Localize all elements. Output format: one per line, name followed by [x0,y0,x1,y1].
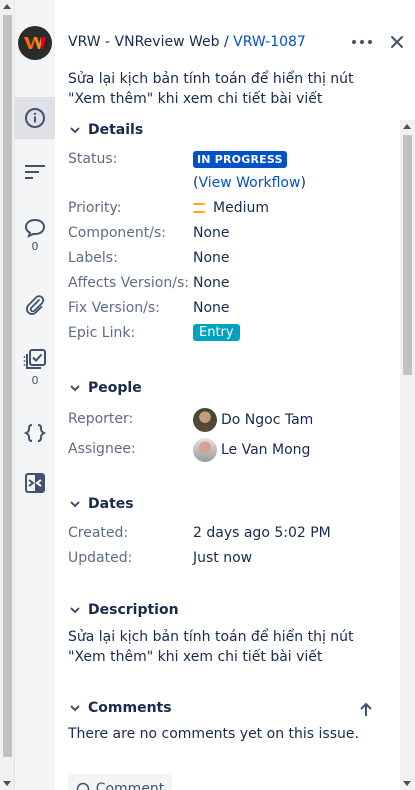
epic-lozenge[interactable]: Entry [193,324,240,341]
comment-button-label: Comment [95,781,165,790]
priority-field[interactable]: Medium [193,200,269,216]
workflow-paren-close: ) [300,175,306,191]
project-logo-icon [24,37,46,49]
status-field[interactable]: IN PROGRESS [193,151,287,168]
reporter-label: Reporter: [68,411,134,427]
description-text[interactable]: Sửa lại kịch bản tính toán để hiển thị n… [68,627,358,667]
description-heading: Description [88,602,179,618]
breadcrumb-separator: / [219,34,234,50]
priority-medium-icon [193,203,205,213]
close-icon[interactable] [389,34,405,50]
component-label: Component/s: [68,225,167,241]
created-label: Created: [68,525,129,541]
project-name[interactable]: VRW - VNReview Web [68,34,220,50]
labels-label: Labels: [68,250,118,266]
content-scroll-thumb[interactable] [403,135,412,375]
dates-heading: Dates [88,496,134,512]
content-scrollbar[interactable] [400,120,415,790]
more-icon [352,40,356,44]
scroll-down-arrow-icon[interactable] [3,781,11,786]
issue-breadcrumb: VRW - VNReview Web / VRW-1087 [68,34,306,50]
content-scroll-up-icon[interactable] [403,124,411,129]
priority-value: Medium [213,200,269,216]
chevron-down-icon [70,385,80,392]
chevron-down-icon [70,127,80,134]
attachment-icon [25,295,45,315]
chevron-down-icon [70,501,80,508]
updated-label: Updated: [68,550,133,566]
scroll-up-arrow-icon[interactable] [3,4,11,9]
comment-icon [24,218,46,238]
epic-link-field[interactable]: Entry [193,324,240,341]
rail-checklist-button[interactable]: 0 [15,348,55,387]
comments-count: 0 [31,240,39,253]
reporter-field[interactable]: Do Ngoc Tam [193,408,313,432]
checklist-count: 0 [31,374,39,387]
assignee-field[interactable]: Le Van Mong [193,438,310,462]
activity-icon [25,165,45,179]
comment-button[interactable]: Comment [68,774,172,790]
rail-details-button[interactable] [15,97,55,139]
scroll-thumb[interactable] [3,15,12,757]
issue-key-link[interactable]: VRW-1087 [233,34,306,50]
priority-label: Priority: [68,200,122,216]
people-section-toggle[interactable]: People [68,380,142,396]
outer-scrollbar[interactable] [0,0,15,790]
rail-attachments-button[interactable] [15,294,55,316]
assignee-avatar [193,438,217,462]
rail-activity-button[interactable] [15,163,55,181]
component-value[interactable]: None [193,225,230,241]
no-comments-text: There are no comments yet on this issue. [68,726,359,742]
rail-comments-button[interactable]: 0 [15,218,55,253]
description-section-toggle[interactable]: Description [68,602,179,618]
people-heading: People [88,380,142,396]
issue-summary[interactable]: Sửa lại kịch bản tính toán để hiển thị n… [68,69,368,109]
details-section-toggle[interactable]: Details [68,122,143,138]
affects-version-value[interactable]: None [193,275,230,291]
switch-icon [25,473,45,493]
rail-code-button[interactable] [15,423,55,443]
chevron-down-icon [70,705,80,712]
created-value: 2 days ago 5:02 PM [193,525,331,541]
labels-value[interactable]: None [193,250,230,266]
assignee-label: Assignee: [68,441,136,457]
comments-heading: Comments [88,700,172,716]
comment-icon [76,782,89,790]
rail-switch-button[interactable] [15,472,55,494]
info-icon [25,108,45,128]
affects-version-label: Affects Version/s: [68,275,189,291]
checklist-icon [23,349,46,369]
view-workflow: (View Workflow) [193,175,306,191]
details-heading: Details [88,122,144,138]
reporter-name[interactable]: Do Ngoc Tam [221,412,313,428]
status-lozenge[interactable]: IN PROGRESS [193,151,287,168]
dates-section-toggle[interactable]: Dates [68,496,134,512]
side-icon-rail: 0 0 [15,0,55,790]
project-logo[interactable] [18,26,52,60]
content-scroll-down-icon[interactable] [403,781,411,786]
more-actions-button[interactable] [352,34,372,50]
reporter-avatar [193,408,217,432]
arrow-up-icon[interactable] [359,702,373,718]
updated-value: Just now [193,550,253,566]
status-label: Status: [68,151,118,167]
comments-section-toggle[interactable]: Comments [68,700,172,716]
chevron-down-icon [70,607,80,614]
view-workflow-link[interactable]: View Workflow [198,175,300,191]
assignee-name[interactable]: Le Van Mong [221,442,310,458]
fix-version-value[interactable]: None [193,300,230,316]
fix-version-label: Fix Version/s: [68,300,160,316]
code-icon [24,424,46,442]
epic-link-label: Epic Link: [68,325,136,341]
